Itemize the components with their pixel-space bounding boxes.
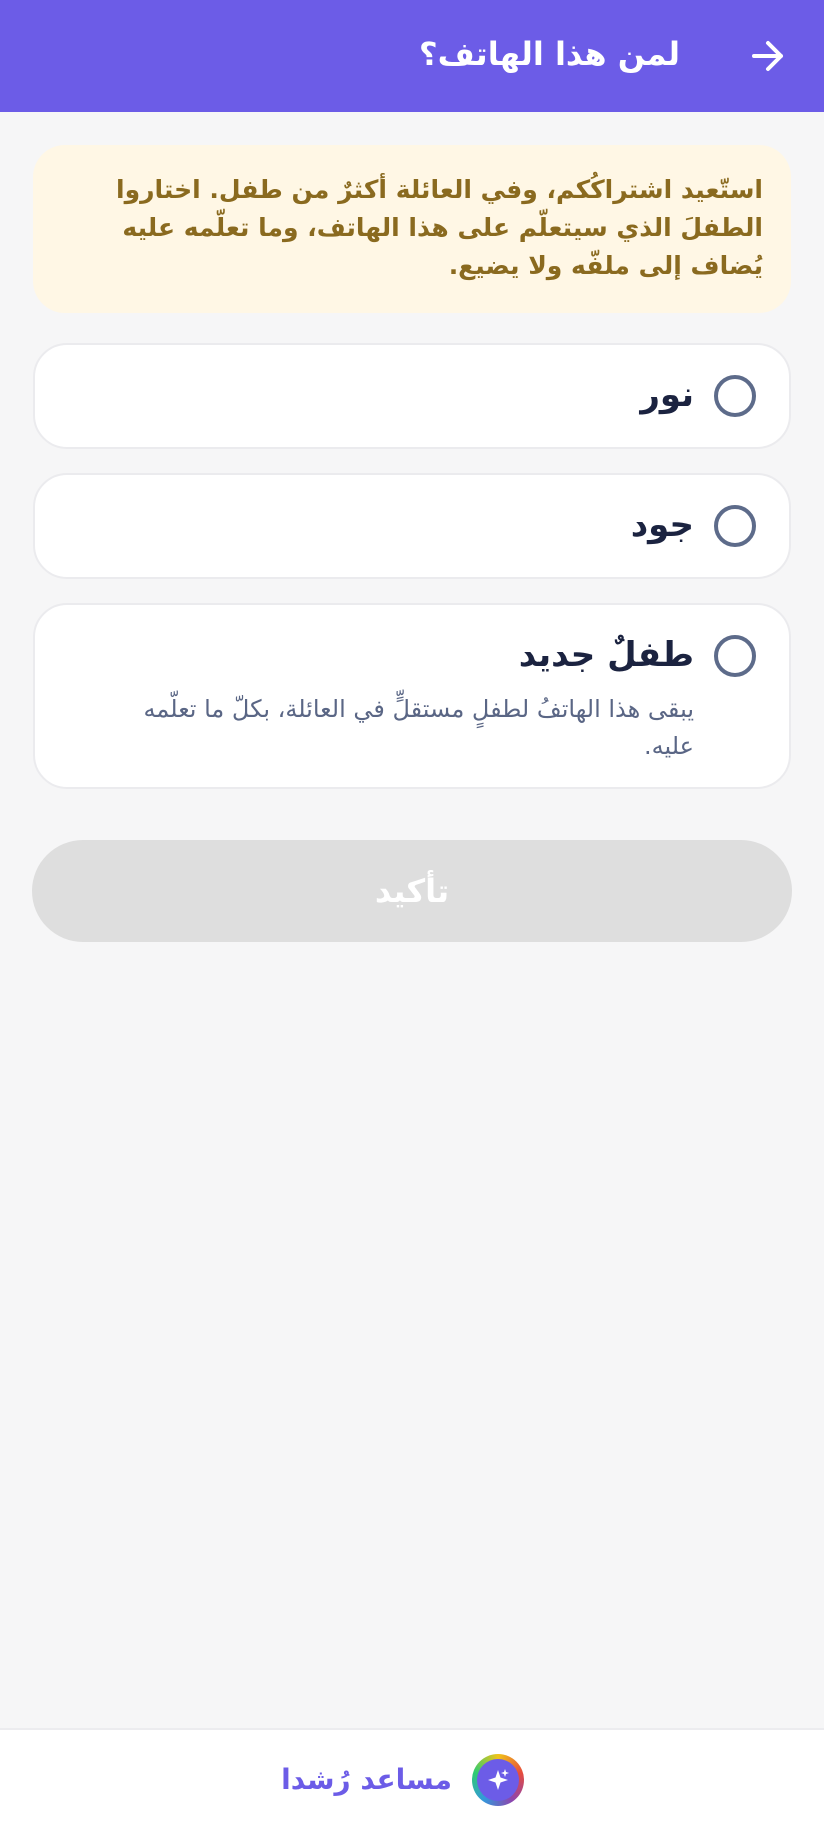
assistant-label: مساعد رُشدا: [281, 1763, 452, 1796]
child-option-joud[interactable]: جود: [33, 473, 791, 579]
confirm-label: تأكيد: [374, 872, 450, 910]
page-title: لمن هذا الهاتف؟: [419, 35, 680, 73]
option-label: طفلٌ جديد: [518, 635, 694, 675]
back-button[interactable]: [732, 20, 804, 92]
child-option-nour[interactable]: نور: [33, 343, 791, 449]
radio-button[interactable]: [714, 375, 756, 417]
radio-button[interactable]: [714, 505, 756, 547]
info-notice: استّعيد اشتراكُكم، وفي العائلة أكثرٌ من …: [33, 145, 791, 313]
assistant-avatar: [472, 1754, 524, 1806]
option-description: يبقى هذا الهاتفُ لطفلٍ مستقلٍّ في العائل…: [143, 695, 694, 760]
sparkles-icon: [488, 1769, 509, 1790]
option-label: جود: [630, 505, 694, 545]
new-child-option[interactable]: طفلٌ جديد يبقى هذا الهاتفُ لطفلٍ مستقلٍّ…: [33, 603, 791, 789]
bottom-bar: مساعد رُشدا: [0, 1728, 824, 1830]
assistant-button[interactable]: مساعد رُشدا: [281, 1752, 524, 1808]
app-bar: لمن هذا الهاتف؟: [0, 0, 824, 112]
radio-button[interactable]: [714, 635, 756, 677]
confirm-button[interactable]: تأكيد: [32, 840, 792, 942]
option-label: نور: [640, 375, 694, 415]
arrow-right-icon: [752, 41, 783, 71]
